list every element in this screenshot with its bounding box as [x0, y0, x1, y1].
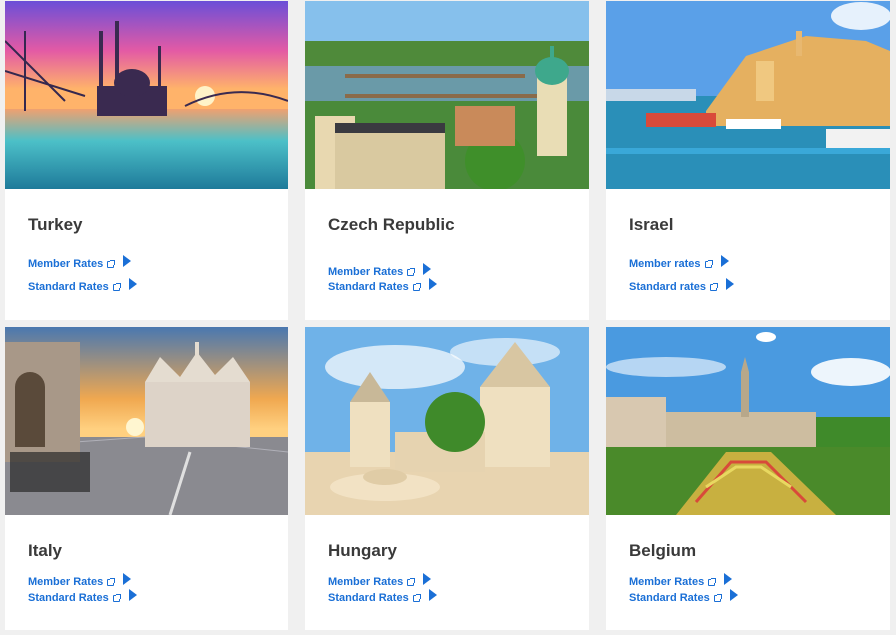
destination-card-belgium: Belgium Member Rates Standard Rates [606, 327, 890, 630]
link-label: Member Rates [328, 576, 404, 588]
external-link-icon [710, 282, 719, 291]
link-label: Standard Rates [328, 281, 409, 293]
external-link-icon [412, 282, 421, 291]
destination-card-czech-republic: Czech Republic Member Rates Standard Rat… [305, 1, 589, 320]
external-link-icon [107, 577, 116, 586]
link-label: Standard Rates [629, 592, 710, 604]
destination-grid: Turkey Member Rates Standard Rates Czech… [0, 0, 896, 635]
play-arrow-icon [123, 573, 132, 585]
standard-rates-link[interactable]: Standard Rates [28, 278, 137, 293]
destination-card-israel: Israel Member rates Standard rates [606, 1, 890, 320]
destination-card-turkey: Turkey Member Rates Standard Rates [5, 1, 288, 320]
external-link-icon [112, 282, 121, 291]
play-arrow-icon [428, 278, 437, 290]
hungary-photo[interactable] [305, 327, 589, 515]
external-link-icon [407, 577, 416, 586]
external-link-icon [708, 577, 717, 586]
member-rates-link[interactable]: Member Rates [28, 255, 132, 270]
play-arrow-icon [423, 573, 432, 585]
standard-rates-link[interactable]: Standard Rates [28, 589, 137, 604]
czech-republic-photo[interactable] [305, 1, 589, 189]
play-arrow-icon [428, 589, 437, 601]
play-arrow-icon [128, 278, 137, 290]
link-label: Member Rates [328, 266, 404, 278]
member-rates-link[interactable]: Member Rates [328, 263, 432, 278]
play-arrow-icon [724, 573, 733, 585]
card-title: Turkey [28, 215, 83, 234]
member-rates-link[interactable]: Member Rates [629, 573, 733, 588]
link-label: Member rates [629, 258, 701, 270]
play-arrow-icon [123, 255, 132, 267]
destination-card-italy: Italy Member Rates Standard Rates [5, 327, 288, 630]
israel-photo[interactable] [606, 1, 890, 189]
standard-rates-link[interactable]: Standard Rates [629, 589, 738, 604]
card-title: Czech Republic [328, 215, 455, 234]
link-label: Member Rates [629, 576, 705, 588]
italy-photo[interactable] [5, 327, 288, 515]
member-rates-link[interactable]: Member Rates [328, 573, 432, 588]
destination-card-hungary: Hungary Member Rates Standard Rates [305, 327, 589, 630]
external-link-icon [704, 259, 713, 268]
standard-rates-link[interactable]: Standard Rates [328, 589, 437, 604]
play-arrow-icon [726, 278, 735, 290]
play-arrow-icon [720, 255, 729, 267]
play-arrow-icon [128, 589, 137, 601]
link-label: Member Rates [28, 576, 104, 588]
external-link-icon [407, 267, 416, 276]
play-arrow-icon [423, 263, 432, 275]
card-title: Italy [28, 541, 63, 560]
member-rates-link[interactable]: Member rates [629, 255, 729, 270]
external-link-icon [112, 593, 121, 602]
play-arrow-icon [729, 589, 738, 601]
link-label: Standard Rates [328, 592, 409, 604]
link-label: Standard rates [629, 281, 707, 293]
card-title: Belgium [629, 541, 697, 560]
external-link-icon [107, 259, 116, 268]
link-label: Member Rates [28, 258, 104, 270]
standard-rates-link[interactable]: Standard Rates [328, 278, 437, 293]
belgium-photo[interactable] [606, 327, 890, 515]
turkey-photo[interactable] [5, 1, 288, 189]
external-link-icon [412, 593, 421, 602]
card-title: Hungary [328, 541, 397, 560]
link-label: Standard Rates [28, 281, 109, 293]
standard-rates-link[interactable]: Standard rates [629, 278, 735, 293]
card-title: Israel [629, 215, 674, 234]
external-link-icon [713, 593, 722, 602]
link-label: Standard Rates [28, 592, 109, 604]
member-rates-link[interactable]: Member Rates [28, 573, 132, 588]
